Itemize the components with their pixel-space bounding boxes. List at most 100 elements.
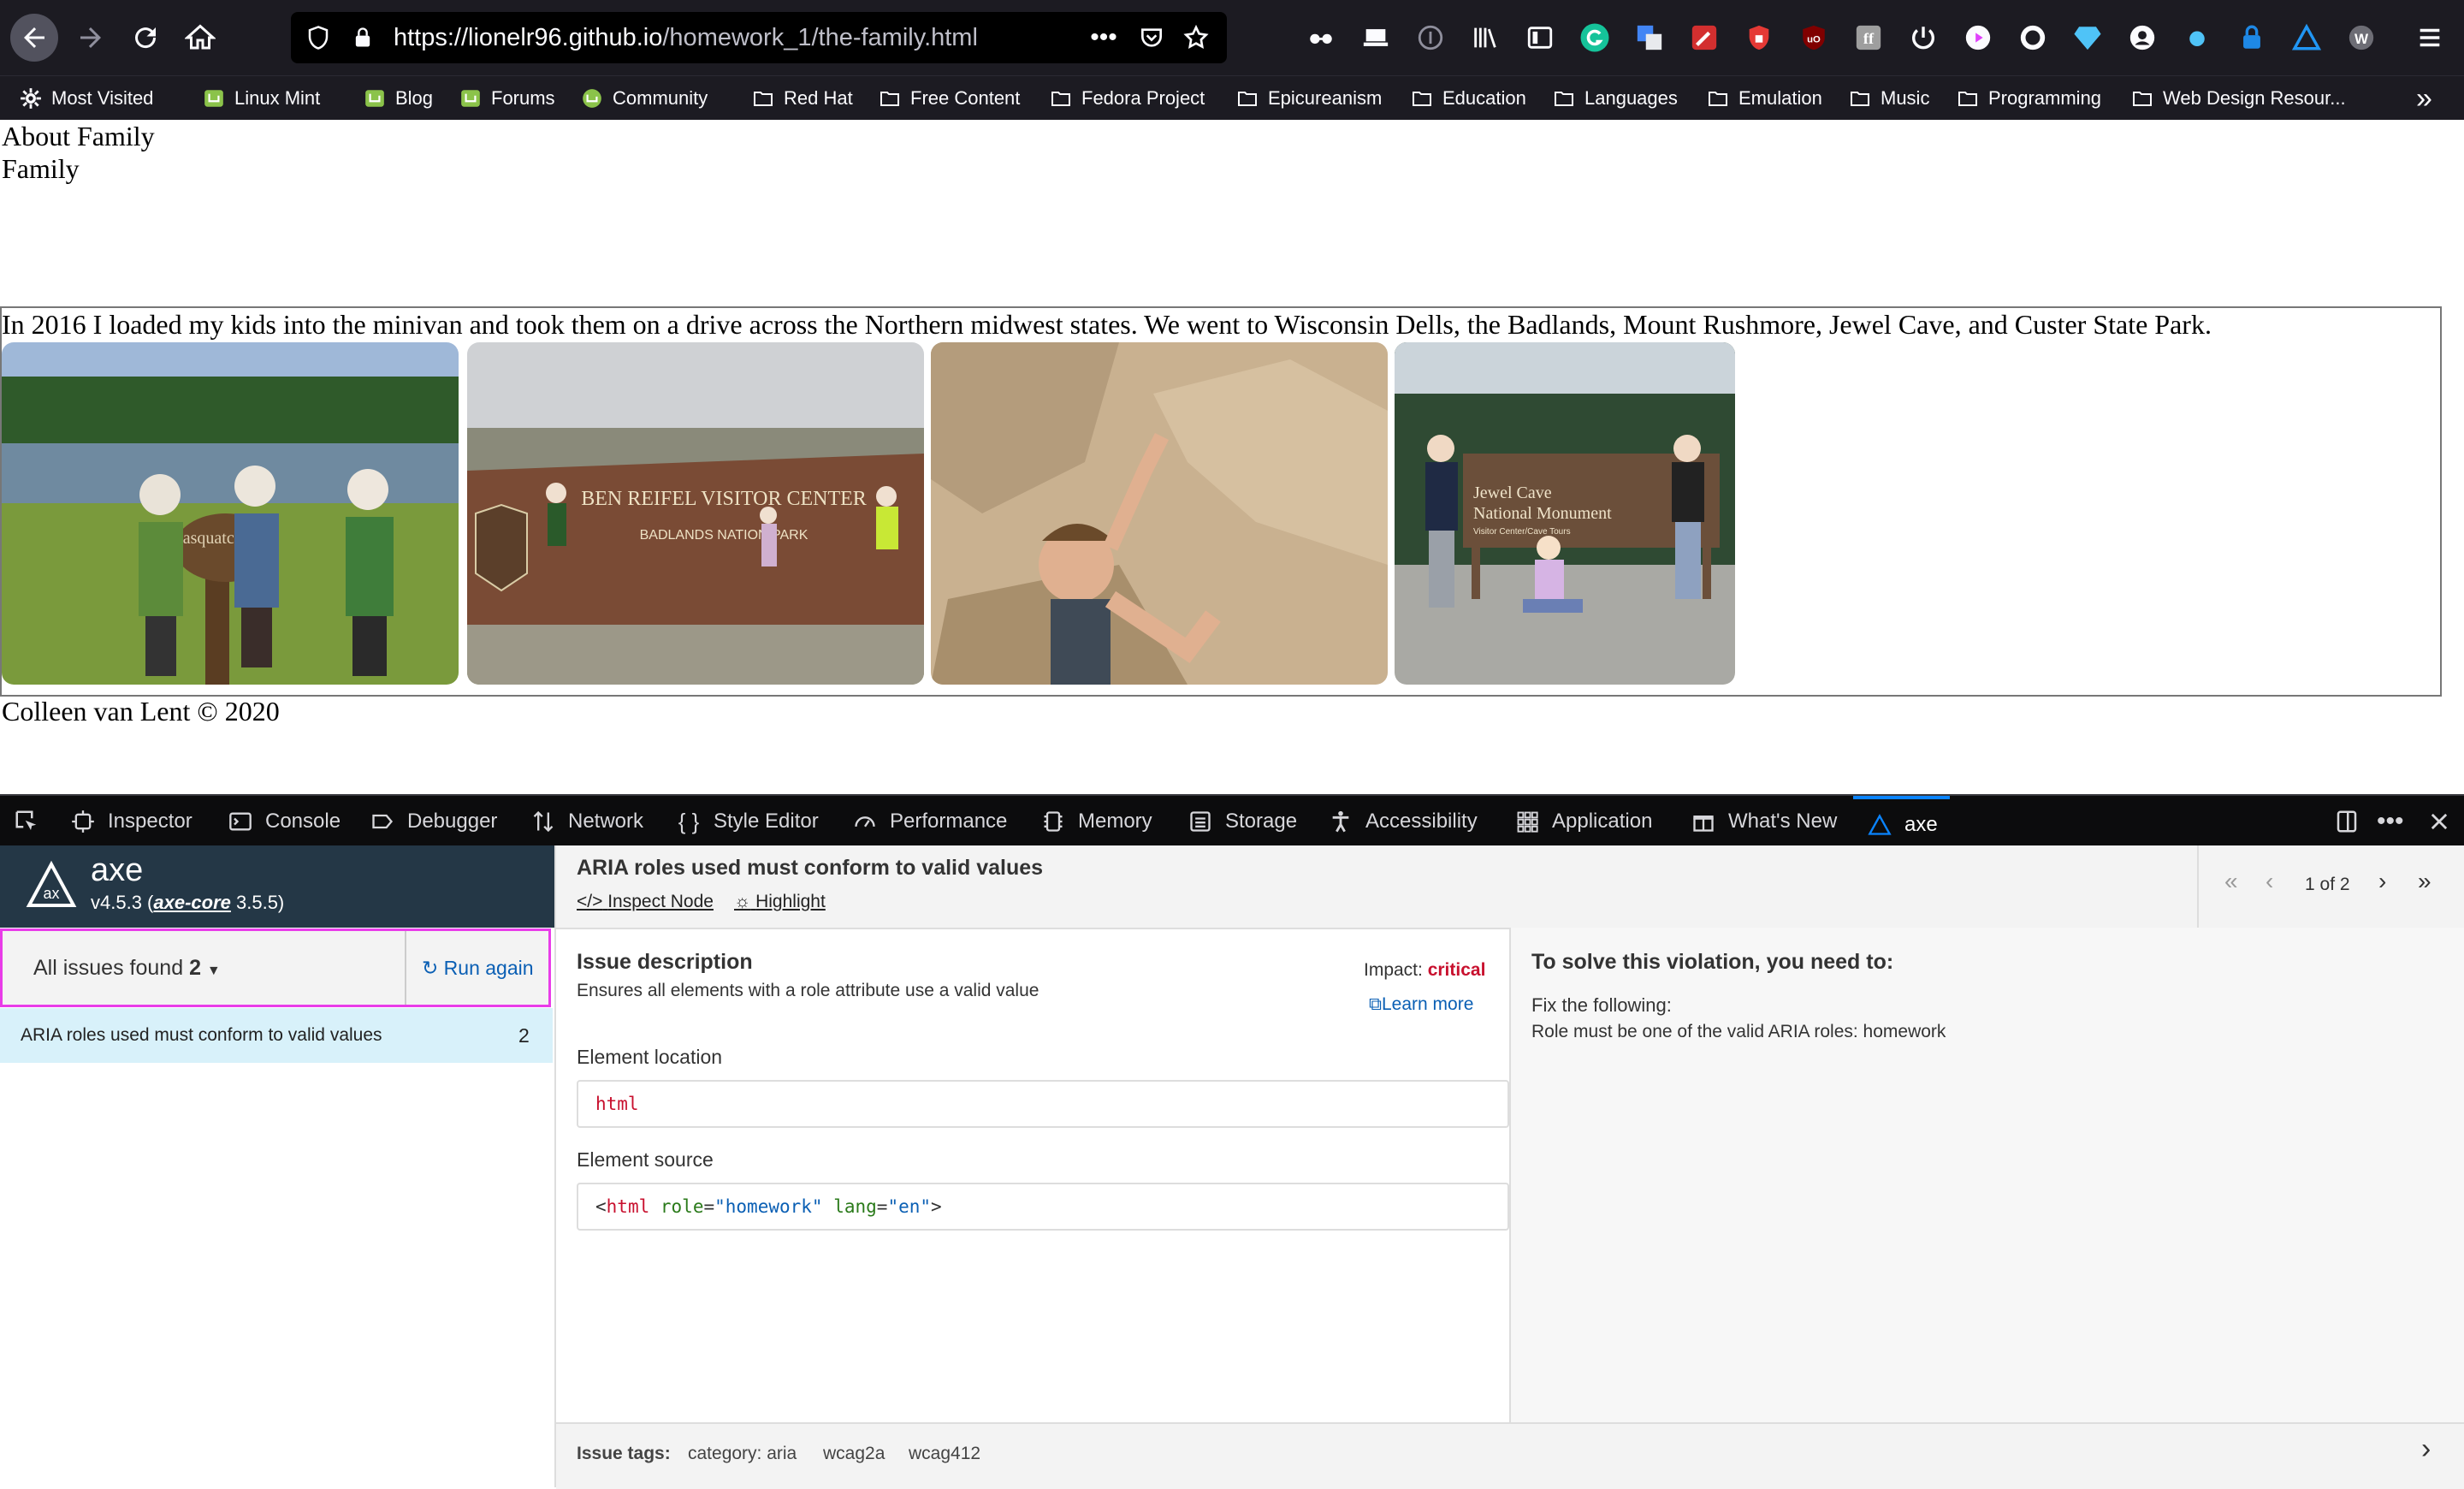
tab-style-editor[interactable]: { } Style Editor <box>674 796 819 847</box>
sidebar-icon[interactable] <box>1521 19 1559 56</box>
lock-icon[interactable] <box>347 22 378 53</box>
application-icon <box>1513 807 1542 836</box>
performance-icon <box>850 807 880 836</box>
bookmark-folder-epicureanism[interactable]: Epicureanism <box>1235 76 1382 121</box>
grammarly-icon[interactable] <box>1576 19 1614 56</box>
bookmark-folder-fedora[interactable]: Fedora Project <box>1049 76 1205 121</box>
wappalyzer-icon[interactable]: W <box>2343 19 2380 56</box>
home-icon <box>185 24 216 50</box>
bookmark-community[interactable]: Community <box>580 76 708 121</box>
element-location-value[interactable]: html <box>595 1082 639 1126</box>
axe-core-link[interactable]: axe-core <box>153 892 231 913</box>
tab-axe[interactable]: axe <box>1853 796 1950 851</box>
bookmark-folder-music[interactable]: Music <box>1848 76 1929 121</box>
issue-description-heading: Issue description <box>577 950 753 974</box>
tab-inspector[interactable]: Inspector <box>68 796 192 847</box>
tab-memory[interactable]: Memory <box>1039 796 1152 847</box>
tab-storage[interactable]: Storage <box>1186 796 1297 847</box>
cloud-extension-icon[interactable] <box>2178 19 2216 56</box>
url-bar[interactable]: https://lionelr96.github.io/homework_1/t… <box>291 12 1227 63</box>
ublock-origin-icon[interactable]: uO <box>1795 19 1833 56</box>
library-icon[interactable] <box>1466 19 1504 56</box>
svg-text:ax: ax <box>43 885 59 902</box>
coin-extension-icon[interactable] <box>1412 19 1449 56</box>
axe-logo-icon <box>1865 810 1894 839</box>
bookmark-folder-programming[interactable]: Programming <box>1956 76 2101 121</box>
svg-text:uO: uO <box>1807 35 1821 45</box>
tab-performance[interactable]: Performance <box>850 796 1007 847</box>
devtools-close-button[interactable] <box>2425 796 2454 847</box>
issue-description: Ensures all elements with a role attribu… <box>577 981 1040 1000</box>
reload-button[interactable] <box>121 14 169 62</box>
last-page-button[interactable]: » <box>2418 868 2431 895</box>
next-page-button[interactable]: › <box>2378 868 2386 895</box>
bookmark-folder-emulation[interactable]: Emulation <box>1706 76 1822 121</box>
tab-application[interactable]: Application <box>1513 796 1652 847</box>
style-editor-icon: { } <box>678 808 700 834</box>
password-lock-icon[interactable] <box>2233 19 2271 56</box>
laptop-icon[interactable] <box>1357 19 1395 56</box>
bookmark-forums[interactable]: Forums <box>459 76 555 121</box>
svg-text:BADLANDS NATION PARK: BADLANDS NATION PARK <box>640 528 808 543</box>
bookmark-blog[interactable]: Blog <box>363 76 433 121</box>
expand-tags-button[interactable]: › <box>2421 1433 2431 1466</box>
inspect-node-link[interactable]: </> Inspect Node <box>577 892 714 912</box>
tab-whats-new[interactable]: What's New <box>1689 796 1837 847</box>
issues-filter-dropdown[interactable]: All issues found 2 ▼ <box>33 931 221 1005</box>
dark-reader-icon[interactable] <box>2014 19 2052 56</box>
privacy-lock-icon[interactable] <box>1740 19 1778 56</box>
first-page-button[interactable]: « <box>2224 868 2238 895</box>
back-button[interactable] <box>10 14 58 62</box>
bookmark-folder-free-content[interactable]: Free Content <box>878 76 1020 121</box>
issue-count: 2 <box>518 1024 530 1047</box>
axe-triangle-icon[interactable] <box>2288 19 2325 56</box>
axe-version: v4.5.3 (axe-core 3.5.5) <box>91 892 285 913</box>
network-icon <box>529 807 558 836</box>
prev-page-button[interactable]: ‹ <box>2266 868 2273 895</box>
pocket-icon[interactable] <box>1136 22 1167 53</box>
issue-list-item[interactable]: ARIA roles used must conform to valid va… <box>0 1008 553 1063</box>
url-text[interactable]: https://lionelr96.github.io/homework_1/t… <box>394 12 978 63</box>
forward-button[interactable] <box>67 14 115 62</box>
tab-accessibility[interactable]: Accessibility <box>1326 796 1478 847</box>
power-icon[interactable] <box>1904 19 1942 56</box>
issue-header: ARIA roles used must conform to valid va… <box>556 845 2464 929</box>
folder-icon <box>751 88 775 109</box>
folder-icon <box>2130 88 2154 109</box>
page-subheading: Family <box>2 153 80 184</box>
devtools-more-button[interactable]: ••• <box>2377 796 2404 847</box>
tracking-shield-icon[interactable] <box>303 22 334 53</box>
run-again-button[interactable]: ↻ Run again <box>422 931 534 1005</box>
incognito-mask-icon[interactable] <box>1302 19 1340 56</box>
storage-icon <box>1186 807 1215 836</box>
translate-icon[interactable] <box>1631 19 1668 56</box>
pager-status: 1 of 2 <box>2305 875 2350 894</box>
dock-side-button[interactable] <box>2332 796 2361 847</box>
bookmark-star-icon[interactable] <box>1181 22 1211 53</box>
issue-tags-bar: Issue tags: category: aria wcag2a wcag41… <box>556 1422 2464 1489</box>
bookmark-folder-red-hat[interactable]: Red Hat <box>751 76 853 121</box>
bookmarks-overflow-button[interactable]: » <box>2416 76 2432 121</box>
element-picker-button[interactable] <box>12 796 41 847</box>
bookmark-linux-mint[interactable]: Linux Mint <box>202 76 320 121</box>
issue-tag: wcag412 <box>909 1444 981 1463</box>
svg-text:Jewel Cave: Jewel Cave <box>1473 483 1552 502</box>
play-extension-icon[interactable] <box>1959 19 1997 56</box>
tab-console[interactable]: Console <box>226 796 341 847</box>
learn-more-link[interactable]: ⧉Learn more <box>1369 994 1473 1015</box>
page-actions-icon[interactable]: ••• <box>1088 22 1119 53</box>
color-picker-icon[interactable] <box>1685 19 1723 56</box>
bookmark-folder-education[interactable]: Education <box>1410 76 1526 121</box>
menu-hamburger-icon[interactable] <box>2411 19 2449 56</box>
bookmark-most-visited[interactable]: Most Visited <box>19 76 153 121</box>
bookmark-folder-web-design[interactable]: Web Design Resour... <box>2130 76 2346 121</box>
bookmark-folder-languages[interactable]: Languages <box>1552 76 1678 121</box>
tab-debugger[interactable]: Debugger <box>368 796 497 847</box>
tab-network[interactable]: Network <box>529 796 643 847</box>
diamond-icon[interactable] <box>2069 19 2106 56</box>
family-gallery: In 2016 I loaded my kids into the miniva… <box>0 306 2442 697</box>
account-icon[interactable] <box>2123 19 2161 56</box>
home-button[interactable] <box>176 14 224 62</box>
highlight-link[interactable]: ☼ Highlight <box>734 892 826 912</box>
font-finder-icon[interactable]: ff <box>1850 19 1887 56</box>
